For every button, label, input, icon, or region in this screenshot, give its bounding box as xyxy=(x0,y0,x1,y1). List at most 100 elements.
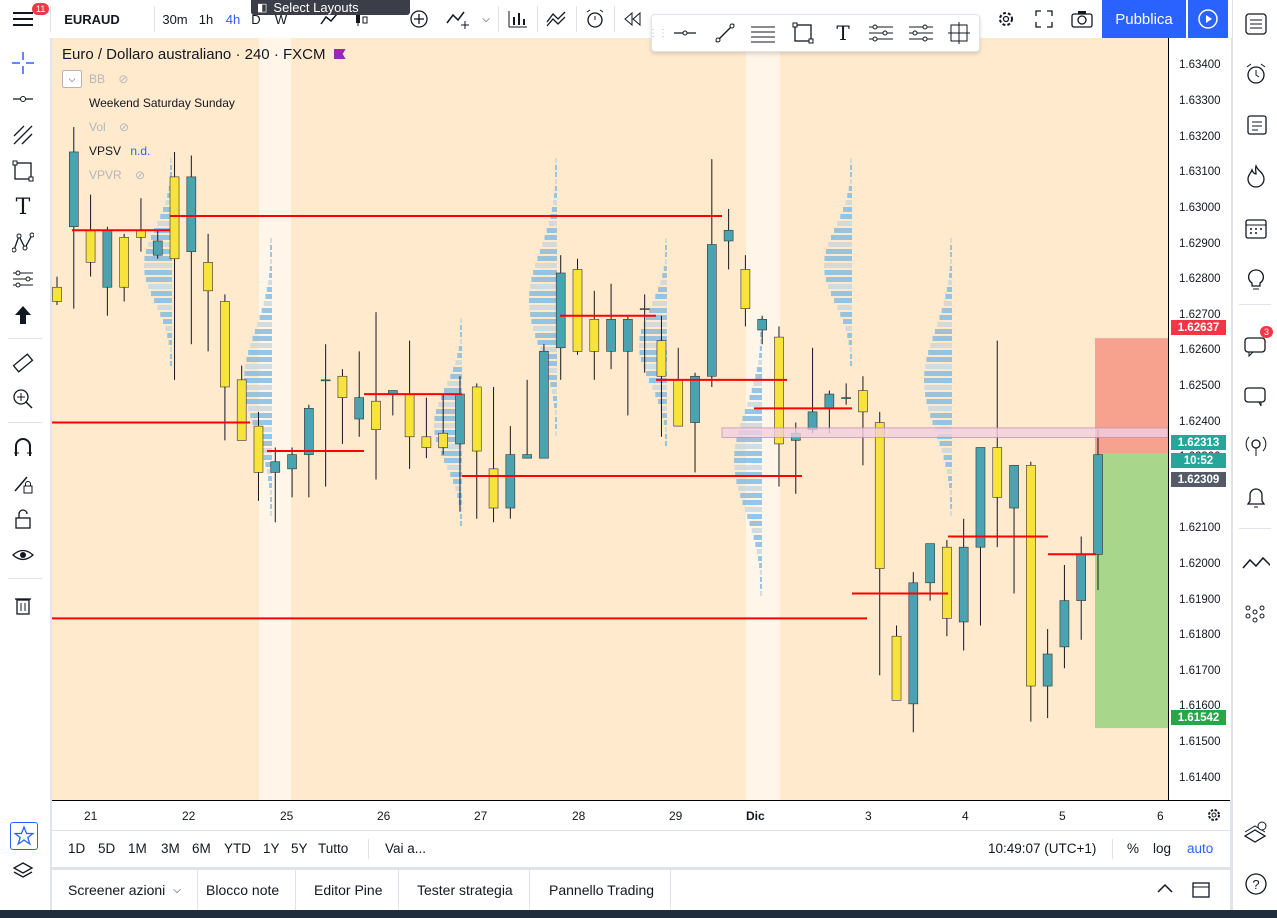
prediction-icon[interactable] xyxy=(10,266,36,292)
range-all[interactable]: Tutto xyxy=(318,841,348,856)
tab-screener[interactable]: Screener azioni ⌵ xyxy=(52,870,198,910)
arrow-up-icon[interactable] xyxy=(10,302,36,328)
indicator-bb[interactable]: BB ⊘ xyxy=(89,72,128,86)
symbol-search[interactable]: EURAUD xyxy=(60,0,124,38)
notifications-bell-icon[interactable] xyxy=(1242,484,1270,512)
chart-pane[interactable] xyxy=(52,38,1168,800)
range-5d[interactable]: 5D xyxy=(98,841,115,856)
collapse-panel-icon[interactable] xyxy=(1156,882,1174,897)
tab-pine-editor[interactable]: Editor Pine xyxy=(298,870,400,910)
auto-toggle[interactable]: auto xyxy=(1187,841,1213,856)
pattern-icon[interactable] xyxy=(10,230,36,256)
tab-notes[interactable]: Blocco note xyxy=(190,870,297,910)
indicator-weekend[interactable]: Weekend Saturday Sunday xyxy=(89,96,235,110)
dom-icon[interactable] xyxy=(1242,600,1270,628)
range-1m[interactable]: 1M xyxy=(128,841,147,856)
parallel-channel-icon[interactable] xyxy=(748,19,778,47)
trend-line-icon[interactable] xyxy=(710,19,740,47)
interval-30m[interactable]: 30m xyxy=(158,0,192,38)
short-position-icon[interactable] xyxy=(906,19,936,47)
hotlist-flame-icon[interactable] xyxy=(1242,162,1270,190)
chats-icon[interactable]: 3 xyxy=(1242,326,1274,360)
goto-date-button[interactable]: Vai a... xyxy=(385,841,426,856)
tab-trading-panel[interactable]: Pannello Trading xyxy=(533,870,672,910)
range-3m[interactable]: 3M xyxy=(161,841,180,856)
volume-profile-bar xyxy=(157,305,172,310)
data-window-icon[interactable] xyxy=(1242,110,1270,138)
layers-icon[interactable] xyxy=(10,858,36,884)
fib-icon[interactable] xyxy=(10,122,36,148)
indicator-vol[interactable]: Vol ⊘ xyxy=(89,120,129,134)
eye-icon[interactable] xyxy=(10,542,36,568)
candle-body xyxy=(555,272,566,349)
range-1d[interactable]: 1D xyxy=(68,841,85,856)
unlock-icon[interactable] xyxy=(10,506,36,532)
maximize-panel-icon[interactable] xyxy=(1192,882,1210,901)
ideas-lightbulb-icon[interactable] xyxy=(1242,266,1270,294)
range-6m[interactable]: 6M xyxy=(192,841,211,856)
lock-drawing-icon[interactable] xyxy=(10,470,36,496)
indicators-icon[interactable] xyxy=(444,0,474,38)
favorites-star-icon[interactable] xyxy=(10,822,38,850)
fullscreen-icon[interactable] xyxy=(1030,0,1058,38)
time-axis[interactable]: 21 22 25 26 27 28 29 Dic 3 4 5 6 xyxy=(52,800,1230,830)
hidden-eye-icon[interactable]: ⊘ xyxy=(118,72,128,86)
magnet-icon[interactable] xyxy=(10,434,36,460)
long-position-icon[interactable] xyxy=(866,19,896,47)
publish-button[interactable]: Pubblica xyxy=(1102,0,1186,38)
crosshair-icon[interactable] xyxy=(10,50,36,76)
alarm-clock-icon[interactable] xyxy=(1242,60,1270,88)
axis-settings-gear-icon[interactable] xyxy=(1206,807,1222,826)
volume-profile-bar xyxy=(270,259,272,264)
trend-arrows-icon[interactable] xyxy=(1242,550,1270,578)
chevron-down-icon[interactable]: ⌵ xyxy=(478,0,494,38)
zoom-in-icon[interactable] xyxy=(10,386,36,412)
replay-icon[interactable] xyxy=(618,0,648,38)
select-layouts-tooltip[interactable]: ◧ Select Layouts xyxy=(251,0,410,15)
compare-icon[interactable] xyxy=(504,0,532,38)
order-panel-icon[interactable] xyxy=(1242,818,1270,846)
range-1y[interactable]: 1Y xyxy=(263,841,280,856)
settings-gear-icon[interactable] xyxy=(992,0,1020,38)
date-price-range-icon[interactable] xyxy=(944,19,974,47)
messages-icon[interactable] xyxy=(1242,382,1270,410)
watchlist-icon[interactable] xyxy=(1242,10,1270,38)
candlestick-chart[interactable] xyxy=(52,38,1168,800)
text-icon[interactable]: T xyxy=(10,194,36,220)
price-label: 1.63300 xyxy=(1179,95,1221,108)
help-icon[interactable]: ? xyxy=(1242,870,1270,898)
interval-1h[interactable]: 1h xyxy=(194,0,218,38)
alarm-icon[interactable] xyxy=(580,0,610,38)
hidden-eye-icon[interactable]: ⊘ xyxy=(135,168,145,182)
tab-strategy-tester[interactable]: Tester strategia xyxy=(401,870,530,910)
price-axis[interactable]: 1.63400 1.63300 1.63200 1.63100 1.63000 1.629… xyxy=(1168,38,1231,800)
rectangle-icon[interactable] xyxy=(10,158,36,184)
chevron-down-icon: ⌵ xyxy=(173,884,181,896)
horizontal-line-icon[interactable] xyxy=(670,19,700,47)
indicator-vpvr[interactable]: VPVR ⊘ xyxy=(89,168,145,182)
trend-line-icon[interactable] xyxy=(10,86,36,112)
play-button[interactable] xyxy=(1188,0,1228,38)
calendar-icon[interactable] xyxy=(1242,214,1270,242)
log-toggle[interactable]: log xyxy=(1153,841,1171,856)
range-5y[interactable]: 5Y xyxy=(291,841,308,856)
percent-toggle[interactable]: % xyxy=(1127,841,1139,856)
rectangle-icon[interactable] xyxy=(788,19,818,47)
menu-button[interactable]: 11 xyxy=(6,0,50,38)
range-ytd[interactable]: YTD xyxy=(224,841,251,856)
clock-timezone[interactable]: 10:49:07 (UTC+1) xyxy=(988,841,1096,856)
time-label: 4 xyxy=(962,809,969,823)
ruler-icon[interactable] xyxy=(10,350,36,376)
interval-4h[interactable]: 4h xyxy=(220,0,246,38)
volume-profile-bar xyxy=(930,413,952,418)
streams-icon[interactable] xyxy=(1242,432,1270,460)
flag-icon[interactable] xyxy=(333,49,346,59)
hidden-eye-icon[interactable]: ⊘ xyxy=(119,120,129,134)
collapse-legend-button[interactable]: ⌵ xyxy=(62,70,82,88)
text-icon[interactable]: T xyxy=(828,19,858,47)
templates-icon[interactable] xyxy=(542,0,572,38)
camera-icon[interactable] xyxy=(1068,0,1096,38)
trash-icon[interactable] xyxy=(10,592,36,618)
drag-handle-icon[interactable]: ⋮⋮ xyxy=(648,19,668,47)
indicator-vpsv[interactable]: VPSV n.d. xyxy=(89,144,150,158)
